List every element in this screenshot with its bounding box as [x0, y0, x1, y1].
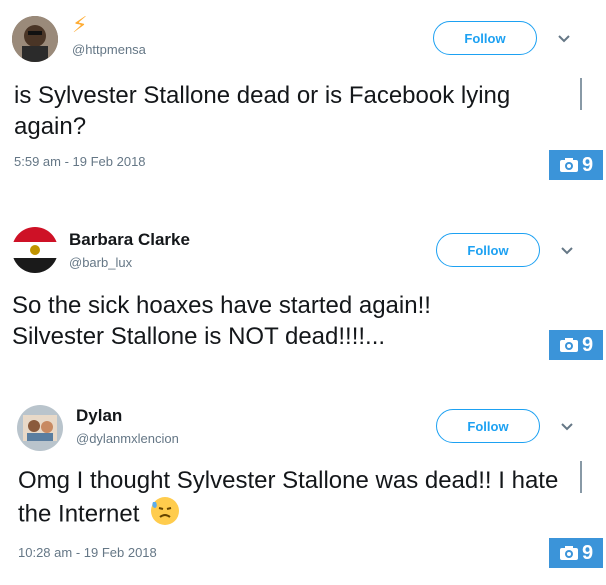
camera-icon [559, 338, 578, 352]
display-name[interactable]: ⚡ [72, 12, 87, 38]
photo-count: 9 [581, 333, 594, 356]
photo-count-badge[interactable]: 9 [549, 150, 603, 180]
user-handle[interactable]: @httpmensa [72, 42, 146, 57]
photo-count: 9 [581, 541, 594, 564]
user-handle[interactable]: @barb_lux [69, 255, 132, 270]
text-cursor [580, 78, 582, 110]
downcast-face-with-sweat-icon [150, 496, 180, 534]
tweet-card: Barbara Clarke @barb_lux Follow So the s… [0, 210, 606, 370]
display-name[interactable]: Dylan [76, 406, 122, 426]
user-handle[interactable]: @dylanmxlencion [76, 431, 179, 446]
display-name[interactable]: Barbara Clarke [69, 230, 190, 250]
timestamp[interactable]: 10:28 am - 19 Feb 2018 [18, 545, 157, 560]
chevron-down-icon[interactable] [558, 418, 576, 436]
timestamp[interactable]: 5:59 am - 19 Feb 2018 [14, 154, 146, 169]
photo-count-badge[interactable]: 9 [549, 330, 603, 360]
tweet-text: So the sick hoaxes have started again!! … [12, 292, 431, 350]
avatar-image [17, 405, 63, 451]
avatar[interactable] [17, 405, 63, 451]
avatar-image [12, 16, 58, 62]
avatar[interactable] [12, 227, 58, 273]
follow-button[interactable]: Follow [433, 21, 537, 55]
chevron-down-icon[interactable] [558, 242, 576, 260]
chevron-down-icon[interactable] [555, 30, 573, 48]
flag-avatar-image [12, 227, 58, 273]
tweet-text-content: Omg I thought Sylvester Stallone was dea… [18, 467, 559, 528]
follow-button[interactable]: Follow [436, 233, 540, 267]
tweet-text: is Sylvester Stallone dead or is Faceboo… [14, 82, 511, 140]
text-cursor [580, 461, 582, 493]
tweet-text: Omg I thought Sylvester Stallone was dea… [18, 465, 578, 534]
avatar[interactable] [12, 16, 58, 62]
photo-count-badge[interactable]: 9 [549, 538, 603, 568]
camera-icon [559, 546, 578, 560]
follow-button[interactable]: Follow [436, 409, 540, 443]
camera-icon [559, 158, 578, 172]
tweet-card: ⚡ @httpmensa Follow is Sylvester Stallon… [0, 0, 606, 195]
photo-count: 9 [581, 153, 594, 176]
tweet-card: Dylan @dylanmxlencion Follow Omg I thoug… [0, 395, 606, 585]
